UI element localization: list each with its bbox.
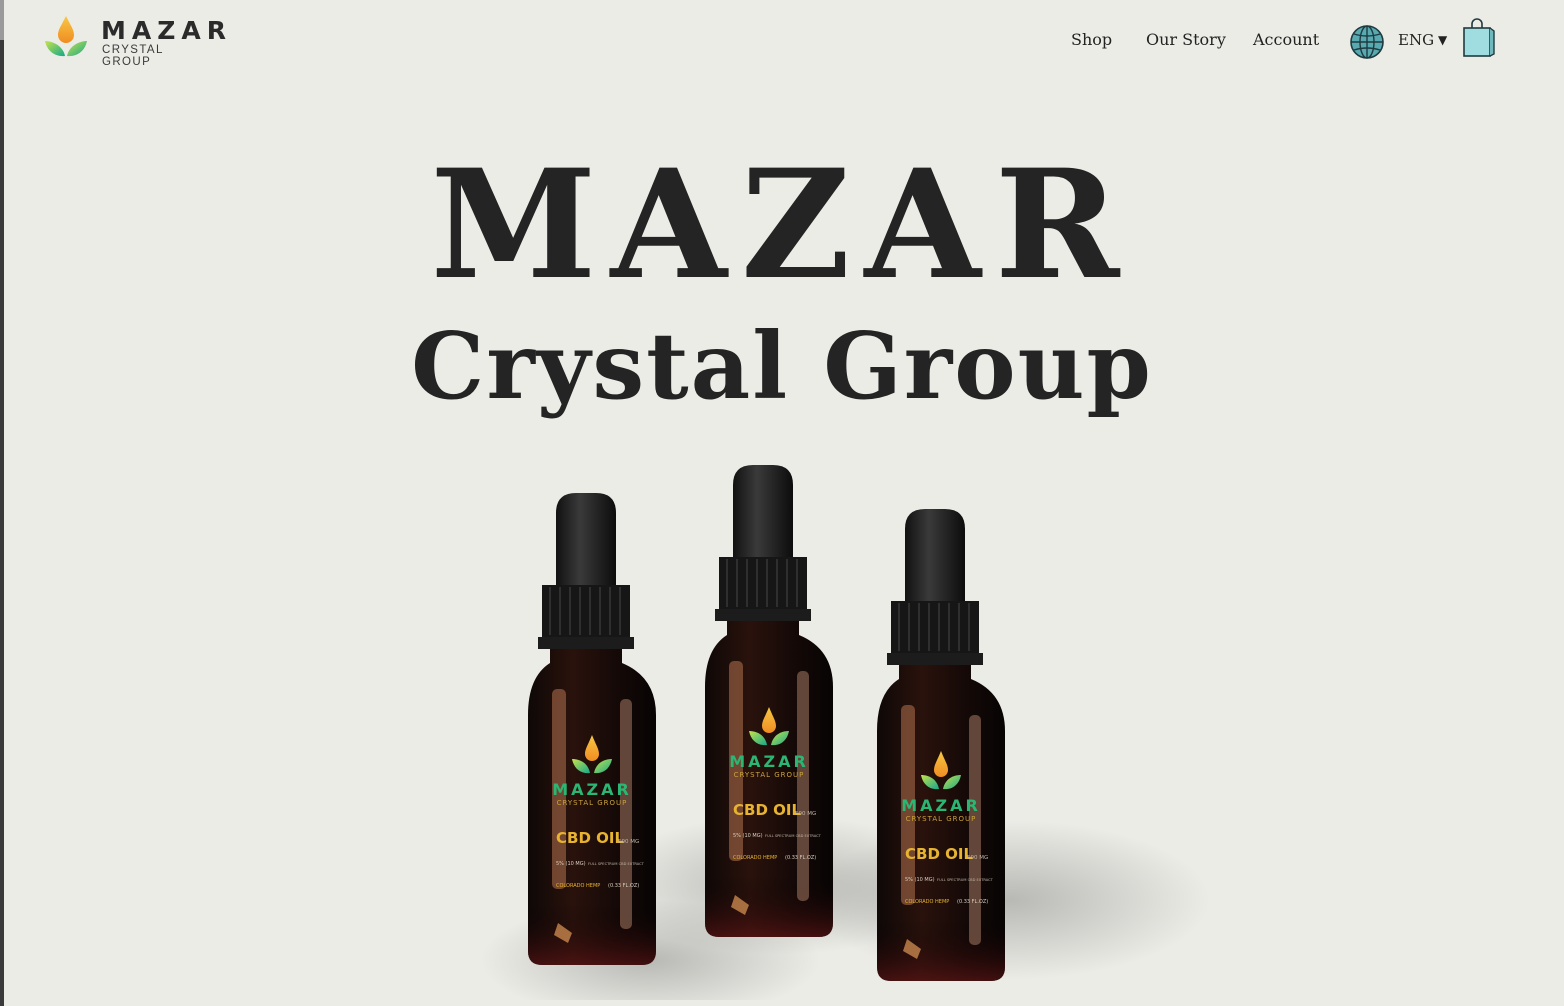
globe-icon[interactable] — [1349, 24, 1385, 60]
hero-subtitle: Crystal Group — [411, 312, 1153, 420]
nav-account-link[interactable]: Account — [1253, 30, 1319, 49]
cbd-oil-bottle-right — [876, 508, 1006, 982]
logo-wordmark: MAZAR — [101, 16, 232, 45]
leaf-drop-icon — [45, 16, 87, 57]
cbd-oil-bottle-left — [527, 492, 657, 966]
window-edge-top — [0, 0, 4, 40]
shopping-bag-icon[interactable] — [1462, 18, 1496, 58]
language-selector[interactable]: ENG — [1398, 31, 1434, 49]
nav-our-story-link[interactable]: Our Story — [1146, 30, 1226, 49]
brand-logo[interactable]: MAZAR CRYSTAL GROUP — [43, 14, 226, 68]
logo-tagline: CRYSTAL GROUP — [102, 44, 164, 68]
chevron-down-icon[interactable]: ▼ — [1438, 33, 1447, 47]
nav-shop-link[interactable]: Shop — [1071, 30, 1112, 49]
product-image: MAZAR CRYSTAL GROUP CBD OIL 500 MG 5% (1… — [480, 464, 1210, 1000]
hero-title: MAZAR — [430, 137, 1134, 313]
cbd-oil-bottle-center — [704, 464, 834, 938]
